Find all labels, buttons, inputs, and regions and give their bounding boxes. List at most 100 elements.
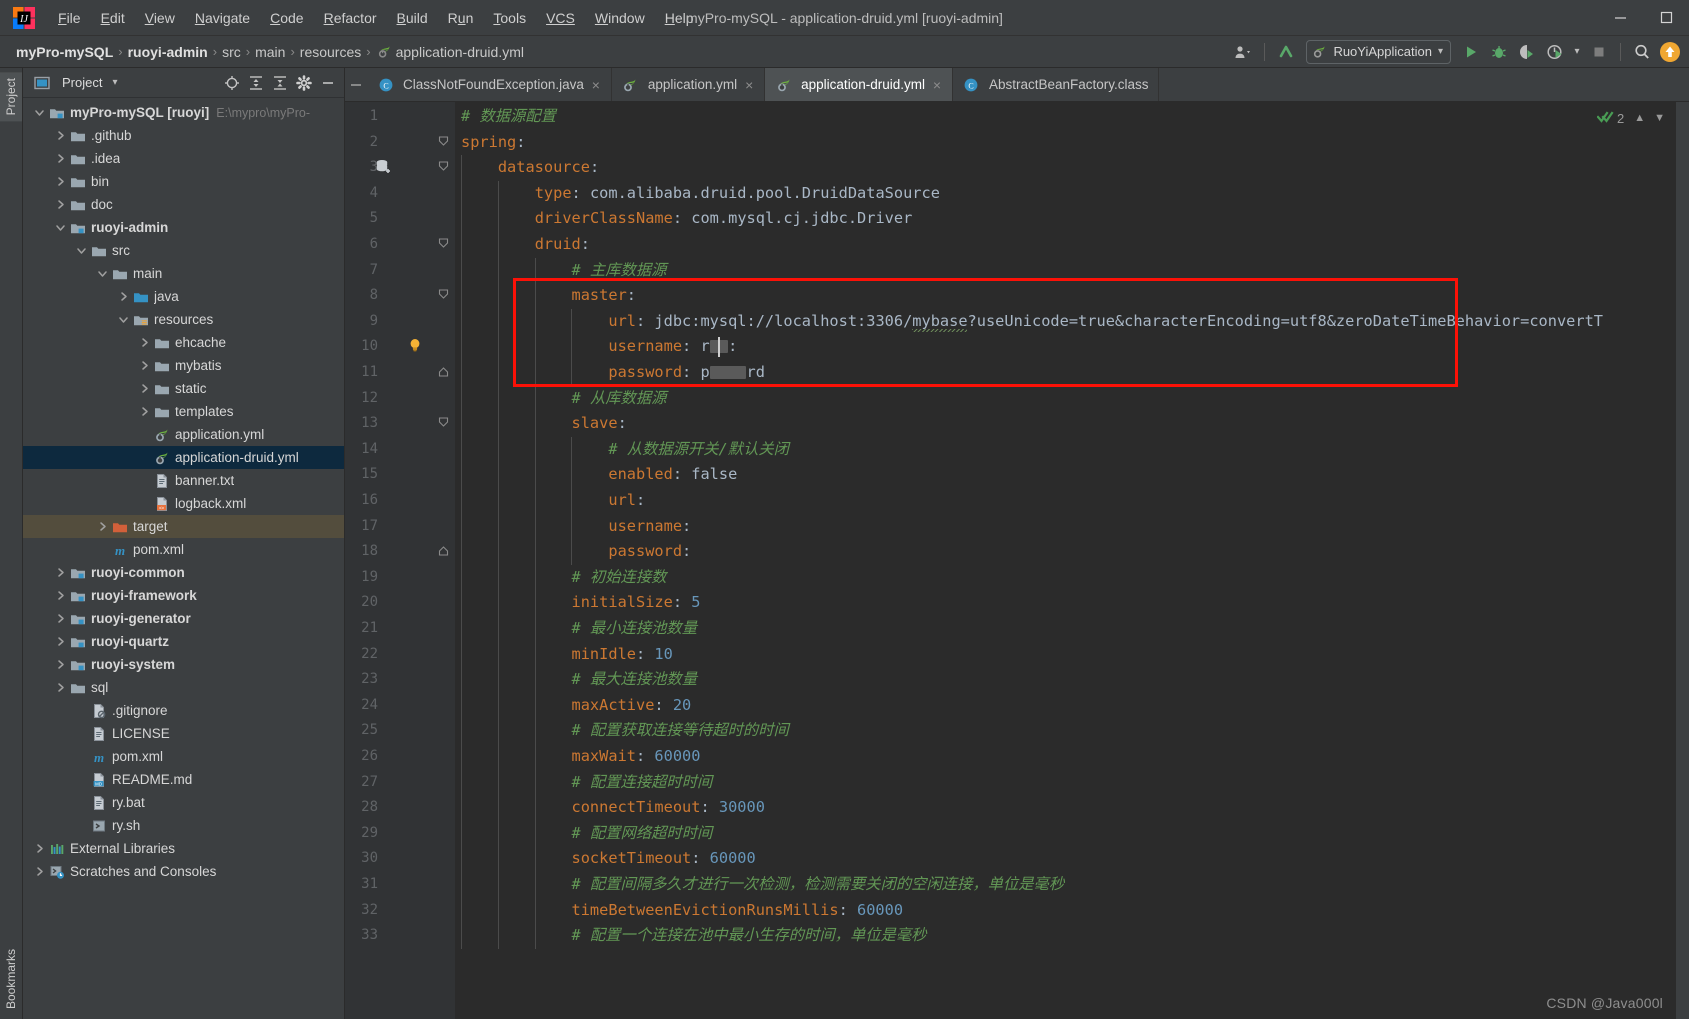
code-line[interactable]: # 从数据源开关/默认关闭 — [461, 437, 789, 463]
chevron-down-icon[interactable] — [117, 313, 130, 326]
chevron-right-icon[interactable] — [54, 658, 67, 671]
tree-node-ruoyi-common[interactable]: ruoyi-common — [23, 561, 344, 584]
code-line[interactable]: enabled: false — [461, 462, 737, 488]
chevron-right-icon[interactable] — [138, 359, 151, 372]
tool-window-tab-bookmarks[interactable]: Bookmarks — [0, 943, 22, 1015]
tree-node-mybatis[interactable]: mybatis — [23, 354, 344, 377]
chevron-right-icon[interactable] — [96, 520, 109, 533]
chevron-right-icon[interactable] — [54, 681, 67, 694]
code-line[interactable]: username: — [461, 514, 691, 540]
chevron-right-icon[interactable] — [117, 290, 130, 303]
notifications-icon[interactable] — [1657, 40, 1683, 64]
code-line[interactable]: type: com.alibaba.druid.pool.DruidDataSo… — [461, 181, 940, 207]
chevron-right-icon[interactable] — [54, 635, 67, 648]
menu-vcs[interactable]: VCS — [536, 6, 585, 30]
tree-node-target[interactable]: target — [23, 515, 344, 538]
search-everywhere-icon[interactable] — [1629, 40, 1655, 64]
chevron-right-icon[interactable] — [54, 612, 67, 625]
breadcrumb-item-main[interactable]: main — [255, 44, 285, 60]
tree-node-logback-xml[interactable]: <> logback.xml — [23, 492, 344, 515]
tree-node-pom-xml[interactable]: m pom.xml — [23, 538, 344, 561]
code-line[interactable]: # 从库数据源 — [461, 386, 667, 412]
chevron-down-icon[interactable] — [96, 267, 109, 280]
breadcrumb-item-project[interactable]: myPro-mySQL — [16, 44, 113, 60]
menu-code[interactable]: Code — [260, 6, 313, 30]
close-icon[interactable]: × — [743, 77, 755, 93]
chevron-right-icon[interactable] — [54, 175, 67, 188]
tree-node-main[interactable]: main — [23, 262, 344, 285]
menu-run[interactable]: Run — [438, 6, 484, 30]
menu-navigate[interactable]: Navigate — [185, 6, 260, 30]
user-settings-icon[interactable] — [1230, 40, 1256, 64]
tree-node-ruoyi-admin[interactable]: ruoyi-admin — [23, 216, 344, 239]
menu-window[interactable]: Window — [585, 6, 655, 30]
chevron-right-icon[interactable] — [138, 336, 151, 349]
code-line[interactable]: spring: — [461, 130, 525, 156]
editor-scrollbar-rail[interactable] — [1675, 102, 1689, 1019]
code-line[interactable]: # 初始连接数 — [461, 565, 667, 591]
code-line[interactable]: # 最小连接池数量 — [461, 616, 698, 642]
chevron-right-icon[interactable] — [138, 405, 151, 418]
fold-end-icon[interactable] — [438, 544, 449, 561]
code-line[interactable]: timeBetweenEvictionRunsMillis: 60000 — [461, 898, 904, 924]
editor-tab-application-yml[interactable]: application.yml × — [611, 68, 766, 101]
chevron-right-icon[interactable] — [33, 842, 46, 855]
code-line[interactable]: driverClassName: com.mysql.cj.jdbc.Drive… — [461, 206, 913, 232]
breadcrumb-item-src[interactable]: src — [222, 44, 241, 60]
tree-node-ruoyi-framework[interactable]: ruoyi-framework — [23, 584, 344, 607]
chevron-down-icon[interactable]: ▼ — [1654, 112, 1665, 124]
tree-node-sql[interactable]: sql — [23, 676, 344, 699]
close-icon[interactable]: × — [931, 77, 943, 93]
tree-node-ry-bat[interactable]: ry.bat — [23, 791, 344, 814]
chevron-right-icon[interactable] — [54, 198, 67, 211]
collapse-all-icon[interactable] — [270, 73, 290, 93]
code-line[interactable]: master: — [461, 283, 636, 309]
code-text[interactable]: # 数据源配置 spring: datasource: type: com.ali… — [455, 102, 1689, 1019]
editor-tab-application-druid-yml[interactable]: application-druid.yml × — [765, 68, 953, 101]
menu-view[interactable]: View — [135, 6, 185, 30]
editor-tab-classnotfoundexception-java[interactable]: C ClassNotFoundException.java × — [367, 68, 612, 101]
chevron-right-icon[interactable] — [33, 865, 46, 878]
chevron-down-icon[interactable] — [54, 221, 67, 234]
code-line[interactable]: # 最大连接池数量 — [461, 667, 698, 693]
chevron-down-icon[interactable] — [33, 106, 46, 119]
menu-build[interactable]: Build — [387, 6, 438, 30]
editor-tab-bar[interactable]: C ClassNotFoundException.java × application… — [345, 68, 1689, 102]
chevron-right-icon[interactable] — [138, 382, 151, 395]
code-line[interactable]: # 配置一个连接在池中最小生存的时间，单位是毫秒 — [461, 923, 927, 949]
code-line[interactable]: socketTimeout: 60000 — [461, 846, 756, 872]
tree-node-bin[interactable]: bin — [23, 170, 344, 193]
tree-node-scratches-and-consoles[interactable]: Scratches and Consoles — [23, 860, 344, 883]
run-icon[interactable] — [1458, 40, 1484, 64]
code-line[interactable]: datasource: — [461, 155, 599, 181]
menu-refactor[interactable]: Refactor — [314, 6, 387, 30]
breadcrumb-item-resources[interactable]: resources — [300, 44, 361, 60]
settings-gear-icon[interactable] — [294, 73, 314, 93]
chevron-right-icon[interactable] — [54, 129, 67, 142]
menu-file[interactable]: FFileile — [48, 6, 91, 30]
stop-icon[interactable] — [1586, 40, 1612, 64]
breadcrumb-item-module[interactable]: ruoyi-admin — [128, 44, 208, 60]
code-line[interactable]: # 配置获取连接等待超时的时间 — [461, 718, 789, 744]
tree-node-application-druid-yml[interactable]: application-druid.yml — [23, 446, 344, 469]
code-line[interactable]: url: jdbc:mysql://localhost:3306/mybase?… — [461, 309, 1603, 335]
code-editor[interactable]: 1 2 3 4 5 6 7 8 9 10 11 12 13 14 15 16 17 18 19 20 21 22 23 24 2… — [345, 102, 1689, 1019]
intention-bulb-icon[interactable] — [407, 337, 423, 356]
tree-node-readme-md[interactable]: MD README.md — [23, 768, 344, 791]
debug-icon[interactable] — [1486, 40, 1512, 64]
chevron-down-icon[interactable]: ▾ — [1438, 46, 1443, 57]
breadcrumb-item-file[interactable]: application-druid.yml — [376, 43, 524, 60]
code-line[interactable]: # 配置间隔多久才进行一次检测，检测需要关闭的空闲连接，单位是毫秒 — [461, 872, 1065, 898]
chevron-right-icon[interactable] — [54, 589, 67, 602]
tree-node-ehcache[interactable]: ehcache — [23, 331, 344, 354]
menu-bar[interactable]: FFileile Edit View Navigate Code Refacto… — [48, 6, 704, 30]
code-line[interactable]: password: p rd — [461, 360, 765, 386]
code-line[interactable]: connectTimeout: 30000 — [461, 795, 765, 821]
code-line[interactable]: minIdle: 10 — [461, 642, 673, 668]
update-project-icon[interactable] — [1273, 40, 1299, 64]
close-icon[interactable]: × — [590, 77, 602, 93]
editor-tab-abstractbeanfactory-class[interactable]: C AbstractBeanFactory.class — [952, 68, 1159, 101]
chevron-right-icon[interactable] — [54, 152, 67, 165]
tree-node-src[interactable]: src — [23, 239, 344, 262]
editor-gutter[interactable]: 1 2 3 4 5 6 7 8 9 10 11 12 13 14 15 16 17 18 19 20 21 22 23 24 2… — [345, 102, 431, 1019]
